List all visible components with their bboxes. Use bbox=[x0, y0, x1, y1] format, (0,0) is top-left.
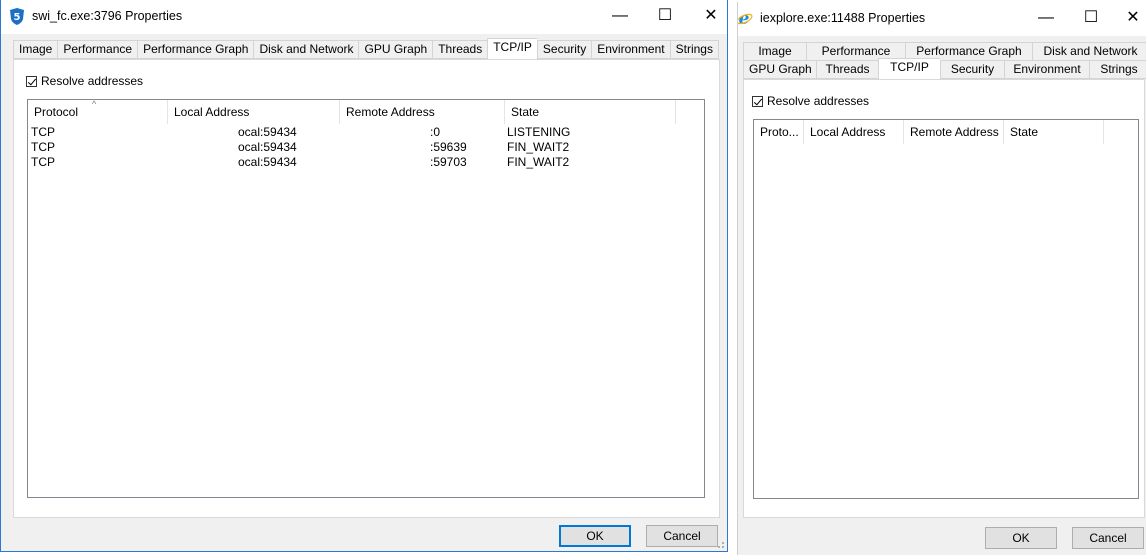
tab-strings[interactable]: Strings bbox=[1089, 60, 1146, 79]
resolve-addresses-label: Resolve addresses bbox=[41, 74, 144, 88]
table-row[interactable]: TCP ocal:59434 :59703 FIN_WAIT2 bbox=[28, 155, 704, 170]
column-header-remote-address[interactable]: Remote Address bbox=[340, 100, 505, 124]
connections-list[interactable]: Proto... Local Address Remote Address St… bbox=[753, 119, 1139, 499]
swi-fc-app-icon: 5 bbox=[10, 8, 24, 25]
cell-protocol: TCP bbox=[31, 155, 55, 169]
minimize-button[interactable]: — bbox=[597, 0, 643, 34]
list-header: Proto... Local Address Remote Address St… bbox=[754, 120, 1104, 144]
maximize-button[interactable]: ☐ bbox=[642, 0, 688, 34]
minimize-button[interactable]: — bbox=[1023, 2, 1069, 36]
tab-environment[interactable]: Environment bbox=[591, 40, 670, 59]
cell-remote: :0 bbox=[430, 125, 441, 139]
svg-text:e: e bbox=[739, 10, 750, 27]
title-bar[interactable]: 5 swi_fc.exe:3796 Properties — ☐ ✕ bbox=[1, 0, 727, 34]
cancel-button[interactable]: Cancel bbox=[646, 525, 718, 547]
cell-state: FIN_WAIT2 bbox=[507, 140, 570, 154]
tab-disk-and-network[interactable]: Disk and Network bbox=[253, 40, 359, 59]
cell-remote: :59703 bbox=[430, 155, 467, 169]
resize-grip-icon[interactable] bbox=[715, 539, 725, 549]
cell-protocol: TCP bbox=[31, 140, 55, 154]
column-header-state[interactable]: State bbox=[1004, 120, 1104, 144]
cell-state: FIN_WAIT2 bbox=[507, 155, 570, 169]
resolve-addresses-label: Resolve addresses bbox=[767, 94, 870, 108]
table-row[interactable]: TCP ocal:59434 :59639 FIN_WAIT2 bbox=[28, 140, 704, 155]
tab-performance-graph[interactable]: Performance Graph bbox=[137, 40, 254, 59]
tab-image[interactable]: Image bbox=[13, 40, 58, 59]
checkbox-box[interactable] bbox=[752, 95, 763, 107]
table-row[interactable]: TCP ocal:59434 :0 LISTENING bbox=[28, 125, 704, 140]
checkbox-box[interactable] bbox=[26, 75, 37, 87]
tcpip-tab-panel: Resolve addresses ^ Protocol Local Addre… bbox=[13, 59, 720, 518]
column-header-protocol[interactable]: Proto... bbox=[754, 120, 804, 144]
swi-fc-properties-window: 5 swi_fc.exe:3796 Properties — ☐ ✕ Image… bbox=[0, 0, 728, 552]
tcpip-tab-panel: Resolve addresses Proto... Local Address… bbox=[743, 79, 1145, 518]
iexplore-properties-window: e iexplore.exe:11488 Properties — ☐ ✕ Im… bbox=[737, 2, 1146, 555]
connections-list[interactable]: ^ Protocol Local Address Remote Address … bbox=[27, 99, 705, 498]
window-title: swi_fc.exe:3796 Properties bbox=[32, 9, 183, 23]
tab-environment[interactable]: Environment bbox=[1004, 60, 1089, 79]
tab-strip: Image Performance Performance Graph Disk an… bbox=[13, 38, 719, 59]
cell-protocol: TCP bbox=[31, 125, 55, 139]
tab-strip-row-1: Image Performance Performance Graph Disk an… bbox=[743, 42, 1146, 61]
ok-button[interactable]: OK bbox=[985, 527, 1057, 549]
resolve-addresses-checkbox[interactable]: Resolve addresses bbox=[26, 74, 143, 88]
list-header: ^ Protocol Local Address Remote Address … bbox=[28, 100, 676, 124]
close-button[interactable]: ✕ bbox=[1110, 2, 1146, 36]
column-header-local-address[interactable]: Local Address bbox=[804, 120, 904, 144]
tab-threads[interactable]: Threads bbox=[816, 60, 878, 79]
tab-gpu-graph[interactable]: GPU Graph bbox=[743, 60, 816, 79]
tab-tcp-ip[interactable]: TCP/IP bbox=[878, 58, 940, 79]
tab-image[interactable]: Image bbox=[743, 42, 806, 61]
maximize-button[interactable]: ☐ bbox=[1068, 2, 1114, 36]
cell-local: ocal:59434 bbox=[238, 155, 297, 169]
tab-gpu-graph[interactable]: GPU Graph bbox=[358, 40, 433, 59]
cell-remote: :59639 bbox=[430, 140, 467, 154]
cell-state: LISTENING bbox=[507, 125, 571, 139]
cell-local: ocal:59434 bbox=[238, 125, 297, 139]
sort-ascending-icon: ^ bbox=[92, 100, 97, 109]
close-button[interactable]: ✕ bbox=[688, 0, 727, 34]
tab-security[interactable]: Security bbox=[536, 40, 592, 59]
cell-local: ocal:59434 bbox=[238, 140, 297, 154]
tab-threads[interactable]: Threads bbox=[432, 40, 488, 59]
window-title: iexplore.exe:11488 Properties bbox=[760, 11, 926, 25]
internet-explorer-icon: e bbox=[738, 10, 753, 27]
tab-strip-row-2: GPU Graph Threads TCP/IP Security Environmen… bbox=[743, 58, 1146, 79]
column-header-remote-address[interactable]: Remote Address bbox=[904, 120, 1004, 144]
column-header-protocol[interactable]: ^ Protocol bbox=[28, 100, 168, 124]
cancel-button[interactable]: Cancel bbox=[1072, 527, 1144, 549]
svg-text:5: 5 bbox=[14, 12, 21, 23]
tab-tcp-ip[interactable]: TCP/IP bbox=[487, 38, 537, 59]
tab-disk-and-network[interactable]: Disk and Network bbox=[1032, 42, 1146, 61]
tab-performance[interactable]: Performance bbox=[57, 40, 138, 59]
ok-button[interactable]: OK bbox=[559, 525, 631, 547]
column-header-state[interactable]: State bbox=[505, 100, 676, 124]
resolve-addresses-checkbox[interactable]: Resolve addresses bbox=[752, 94, 869, 108]
column-header-local-address[interactable]: Local Address bbox=[168, 100, 340, 124]
tab-security[interactable]: Security bbox=[940, 60, 1004, 79]
tab-strings[interactable]: Strings bbox=[669, 40, 719, 59]
title-bar[interactable]: e iexplore.exe:11488 Properties — ☐ ✕ bbox=[738, 2, 1146, 36]
